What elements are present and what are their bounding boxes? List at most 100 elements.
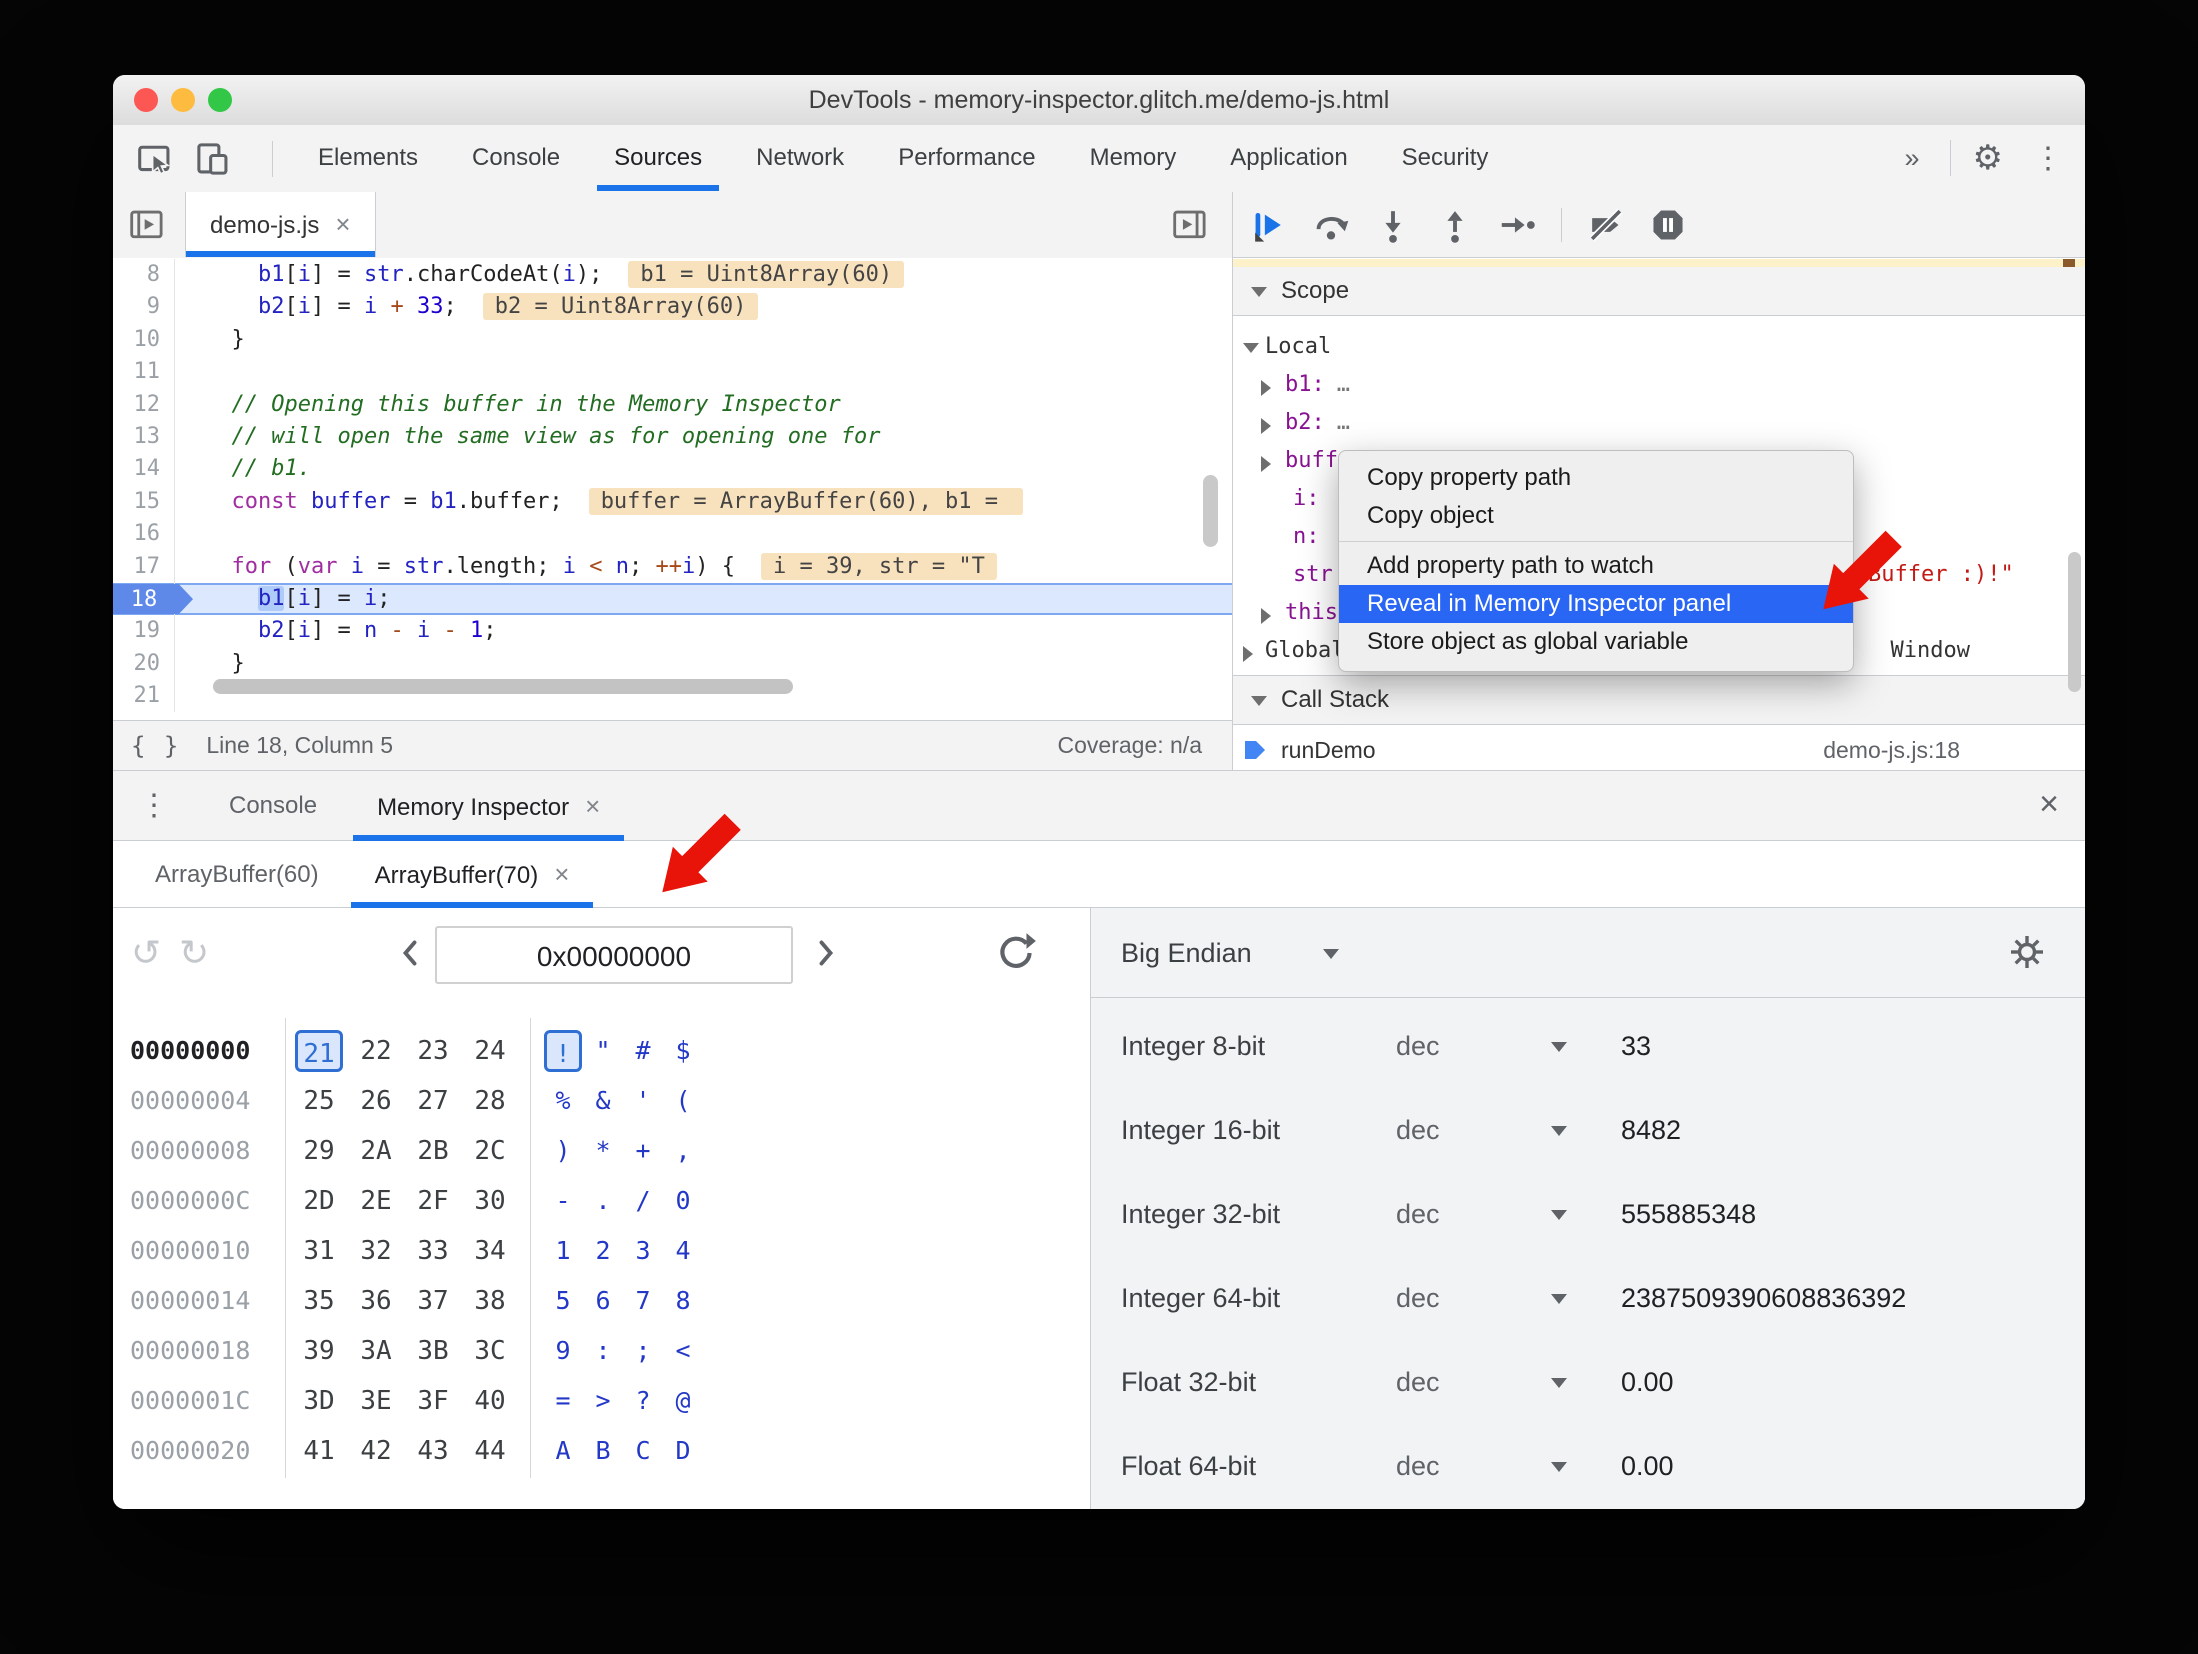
previous-page-icon[interactable]: [397, 938, 423, 968]
more-tabs-button[interactable]: »: [1896, 143, 1927, 174]
ascii-cell[interactable]: ': [624, 1080, 662, 1122]
ascii-cell[interactable]: :: [584, 1330, 622, 1372]
hex-byte-cell[interactable]: 30: [466, 1180, 514, 1222]
hex-byte-cell[interactable]: 32: [352, 1230, 400, 1272]
toggle-debugger-sidebar-icon[interactable]: [1170, 205, 1210, 245]
hex-byte-cell[interactable]: 3B: [409, 1330, 457, 1372]
hex-byte-cell[interactable]: 25: [295, 1080, 343, 1122]
next-page-icon[interactable]: [813, 938, 839, 968]
value-format-select[interactable]: dec: [1396, 1088, 1440, 1172]
line-number-gutter[interactable]: 14: [113, 453, 175, 486]
resume-script-icon[interactable]: [1251, 207, 1287, 243]
ascii-cell[interactable]: %: [544, 1080, 582, 1122]
ascii-cell[interactable]: 0: [664, 1180, 702, 1222]
settings-gear-icon[interactable]: ⚙: [1973, 138, 2003, 178]
refresh-icon[interactable]: [993, 930, 1039, 976]
hex-byte-cell[interactable]: 43: [409, 1430, 457, 1472]
chevron-right-icon[interactable]: [1261, 418, 1271, 434]
ascii-cell[interactable]: >: [584, 1380, 622, 1422]
code-line[interactable]: 17 for (var i = str.length; i < n; ++i) …: [113, 550, 1232, 583]
hex-byte-cell[interactable]: 28: [466, 1080, 514, 1122]
code-line[interactable]: 15 const buffer = b1.buffer; buffer = Arr…: [113, 485, 1232, 519]
code-line[interactable]: 20 }: [113, 647, 1232, 681]
ascii-cell[interactable]: !: [544, 1030, 582, 1072]
hex-byte-cell[interactable]: 29: [295, 1130, 343, 1172]
hex-byte-cell[interactable]: 41: [295, 1430, 343, 1472]
hex-byte-cell[interactable]: 37: [409, 1280, 457, 1322]
file-tab-demo-js[interactable]: demo-js.js ×: [185, 192, 376, 257]
editor-vertical-scrollbar[interactable]: [1203, 475, 1218, 547]
code-line[interactable]: 18 b1[i] = i;: [113, 582, 1232, 616]
drawer-close-icon[interactable]: ×: [2039, 785, 2059, 824]
scope-row-local[interactable]: Local: [1233, 328, 2085, 366]
hex-byte-cell[interactable]: 24: [466, 1030, 514, 1072]
hex-byte-cell[interactable]: 22: [352, 1030, 400, 1072]
sidebar-scrollbar[interactable]: [2068, 552, 2081, 692]
chevron-down-icon[interactable]: [1551, 1042, 1567, 1052]
ascii-cell[interactable]: =: [544, 1380, 582, 1422]
scope-section-header[interactable]: Scope: [1233, 267, 2085, 316]
ascii-cell[interactable]: A: [544, 1430, 582, 1472]
menu-item-copy-property-path[interactable]: Copy property path: [1339, 459, 1853, 497]
menu-item-copy-object[interactable]: Copy object: [1339, 497, 1853, 535]
code-line[interactable]: 14 // b1.: [113, 453, 1232, 486]
ascii-cell[interactable]: $: [664, 1030, 702, 1072]
drawer-tab-console[interactable]: Console: [199, 771, 347, 841]
menu-item-reveal-in-memory-inspector-panel[interactable]: Reveal in Memory Inspector panel: [1339, 585, 1853, 623]
ascii-cell[interactable]: 8: [664, 1280, 702, 1322]
tab-application[interactable]: Application: [1203, 125, 1374, 191]
ascii-cell[interactable]: ": [584, 1030, 622, 1072]
ascii-cell[interactable]: ;: [624, 1330, 662, 1372]
call-stack-frame[interactable]: runDemo demo-js.js:18: [1233, 730, 2085, 770]
step-out-icon[interactable]: [1437, 207, 1473, 243]
code-line[interactable]: 11: [113, 356, 1232, 389]
hex-byte-cell[interactable]: 36: [352, 1280, 400, 1322]
scope-row-b2[interactable]: b2: …: [1233, 404, 2085, 442]
chevron-right-icon[interactable]: [1261, 608, 1271, 624]
hex-byte-cell[interactable]: 3C: [466, 1330, 514, 1372]
deactivate-breakpoints-icon[interactable]: [1588, 207, 1624, 243]
line-number-gutter[interactable]: 10: [113, 323, 175, 357]
ascii-cell[interactable]: +: [624, 1130, 662, 1172]
hex-byte-cell[interactable]: 3A: [352, 1330, 400, 1372]
pause-on-exceptions-icon[interactable]: [1650, 207, 1686, 243]
hex-byte-cell[interactable]: 23: [409, 1030, 457, 1072]
hex-byte-cell[interactable]: 3E: [352, 1380, 400, 1422]
ascii-cell[interactable]: ,: [664, 1130, 702, 1172]
hex-byte-cell[interactable]: 44: [466, 1430, 514, 1472]
hex-byte-cell[interactable]: 2D: [295, 1180, 343, 1222]
ascii-cell[interactable]: .: [584, 1180, 622, 1222]
ascii-cell[interactable]: C: [624, 1430, 662, 1472]
chevron-down-icon[interactable]: [1551, 1294, 1567, 1304]
undo-icon[interactable]: ↺: [131, 932, 161, 974]
hex-byte-cell[interactable]: 27: [409, 1080, 457, 1122]
ascii-cell[interactable]: 4: [664, 1230, 702, 1272]
horizontal-scrollbar[interactable]: [213, 679, 793, 694]
hex-byte-cell[interactable]: 33: [409, 1230, 457, 1272]
hex-byte-cell[interactable]: 26: [352, 1080, 400, 1122]
hex-byte-cell[interactable]: 2F: [409, 1180, 457, 1222]
drawer-tab-close-icon[interactable]: ×: [585, 791, 600, 821]
pretty-print-icon[interactable]: { }: [131, 732, 180, 760]
line-number-gutter[interactable]: 18: [113, 582, 193, 616]
ascii-cell[interactable]: <: [664, 1330, 702, 1372]
code-line[interactable]: 12 // Opening this buffer in the Memory …: [113, 388, 1232, 421]
chevron-down-icon[interactable]: [1551, 1378, 1567, 1388]
ascii-cell[interactable]: D: [664, 1430, 702, 1472]
line-number-gutter[interactable]: 16: [113, 518, 175, 551]
tab-console[interactable]: Console: [445, 125, 587, 191]
tab-memory[interactable]: Memory: [1063, 125, 1204, 191]
ascii-cell[interactable]: ): [544, 1130, 582, 1172]
chevron-down-icon[interactable]: [1551, 1126, 1567, 1136]
chevron-right-icon[interactable]: [1261, 380, 1271, 396]
hex-byte-cell[interactable]: 42: [352, 1430, 400, 1472]
drawer-tab-memory-inspector[interactable]: Memory Inspector ×: [347, 771, 630, 841]
value-settings-gear-icon[interactable]: [2007, 932, 2047, 972]
line-number-gutter[interactable]: 17: [113, 550, 175, 583]
ascii-cell[interactable]: 3: [624, 1230, 662, 1272]
ascii-cell[interactable]: #: [624, 1030, 662, 1072]
frame-location[interactable]: demo-js.js:18: [1823, 730, 1960, 770]
hex-byte-cell[interactable]: 31: [295, 1230, 343, 1272]
kebab-menu-icon[interactable]: ⋮: [2025, 141, 2071, 176]
tab-sources[interactable]: Sources: [587, 125, 729, 191]
